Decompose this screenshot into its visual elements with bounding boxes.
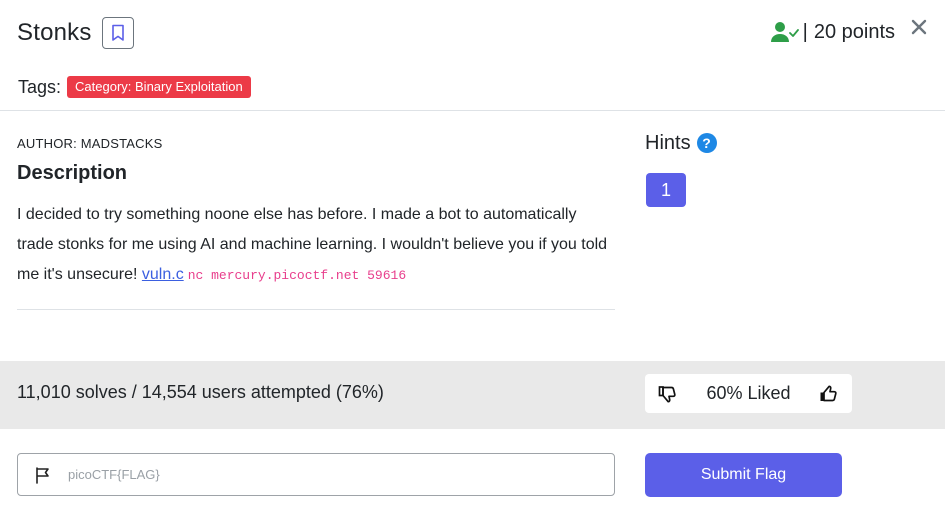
- flag-icon: [36, 466, 49, 484]
- close-icon: [911, 19, 927, 35]
- user-check-icon: [770, 22, 799, 42]
- flag-input[interactable]: [68, 467, 548, 482]
- tags-label: Tags:: [18, 76, 62, 97]
- connection-command: nc mercury.picoctf.net 59616: [187, 268, 407, 283]
- like-widget: 60% Liked: [645, 374, 852, 413]
- challenge-modal: Stonks | 20 points Tags: Category: Binar…: [0, 0, 945, 513]
- thumbs-up-icon: [820, 384, 837, 401]
- description-heading: Description: [17, 162, 128, 184]
- bookmark-icon: [111, 24, 124, 41]
- flag-input-wrapper: [17, 453, 615, 496]
- challenge-title: Stonks: [17, 19, 92, 46]
- close-button[interactable]: [909, 16, 929, 38]
- points-separator: |: [802, 20, 808, 43]
- bookmark-button[interactable]: [101, 17, 134, 49]
- hints-label: Hints: [645, 131, 691, 154]
- author-label: AUTHOR: MADSTACKS: [17, 136, 163, 151]
- submit-flag-button[interactable]: Submit Flag: [645, 453, 842, 497]
- question-circle-icon[interactable]: ?: [696, 133, 717, 153]
- header-divider: [0, 110, 945, 111]
- vuln-file-link[interactable]: vuln.c: [142, 266, 184, 283]
- dislike-button[interactable]: [657, 383, 679, 405]
- solves-stats: 11,010 solves / 14,554 users attempted (…: [17, 382, 384, 402]
- like-button[interactable]: [818, 383, 840, 405]
- thumbs-down-icon: [658, 385, 676, 403]
- hint-1-button[interactable]: 1: [646, 173, 686, 207]
- liked-percentage: 60% Liked: [706, 383, 791, 403]
- description-text: I decided to try something noone else ha…: [17, 200, 617, 291]
- hints-header: Hints ?: [645, 130, 717, 156]
- tags-row: Tags: Category: Binary Exploitation: [18, 74, 251, 100]
- points-value: 20 points: [813, 20, 895, 43]
- description-divider: [17, 309, 615, 310]
- points-indicator: | 20 points: [770, 17, 895, 47]
- stats-band: 11,010 solves / 14,554 users attempted (…: [0, 361, 945, 429]
- title-row: Stonks: [17, 14, 134, 52]
- category-tag[interactable]: Category: Binary Exploitation: [67, 76, 251, 98]
